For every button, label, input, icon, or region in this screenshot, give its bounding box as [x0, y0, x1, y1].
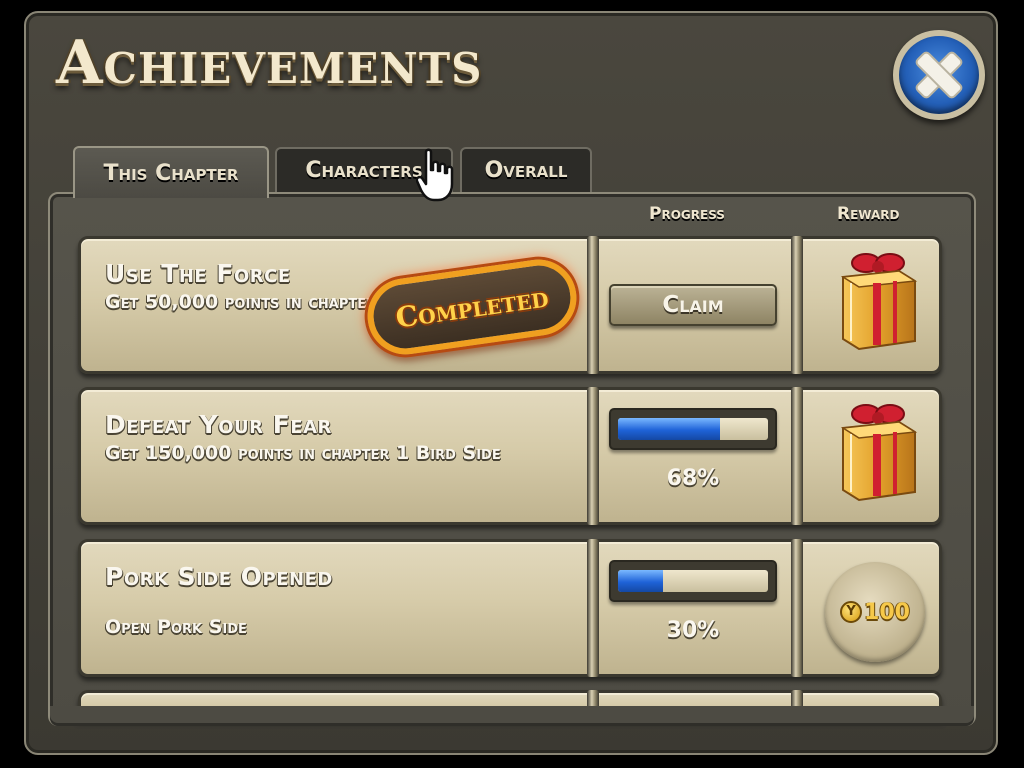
gift-icon	[840, 253, 918, 351]
completed-badge: Completed	[362, 254, 582, 360]
column-header-progress: Progress	[649, 204, 725, 224]
tab-label: Overall	[484, 158, 568, 183]
panel-bottom-edge	[50, 706, 974, 726]
achievement-row: Defeat Your Fear Get 150,000 points in c…	[78, 387, 942, 525]
achievement-description: Open Pork Side	[105, 616, 247, 638]
close-icon	[915, 51, 963, 99]
achievement-title: Pork Side Opened	[105, 562, 333, 591]
page-title: Achievements	[56, 28, 483, 98]
progress-fill	[618, 418, 720, 440]
progress-bar	[609, 560, 777, 602]
gift-icon	[840, 404, 918, 502]
coin-reward: Y 100	[825, 562, 925, 662]
achievement-title: Use The Force	[105, 259, 291, 288]
tab-this-chapter[interactable]: This Chapter	[73, 146, 269, 198]
column-divider	[587, 236, 599, 374]
achievement-row: Pork Side Opened Open Pork Side 30% Y 10…	[78, 539, 942, 677]
tab-label: Characters	[305, 158, 423, 183]
column-divider	[791, 539, 803, 677]
tab-overall[interactable]: Overall	[460, 147, 592, 192]
progress-percent: 30%	[666, 618, 720, 643]
hand-pointer-icon	[416, 148, 454, 202]
tab-label: This Chapter	[103, 160, 239, 186]
column-divider	[791, 387, 803, 525]
achievement-description: Get 150,000 points in chapter 1 Bird Sid…	[105, 442, 501, 464]
coin-reward-value: 100	[864, 599, 910, 625]
progress-bar	[609, 408, 777, 450]
column-divider	[587, 387, 599, 525]
progress-percent: 68%	[666, 466, 720, 491]
column-divider	[791, 236, 803, 374]
claim-button[interactable]: Claim	[609, 284, 777, 326]
column-divider	[587, 539, 599, 677]
coin-icon: Y	[840, 601, 863, 623]
achievement-title: Defeat Your Fear	[105, 410, 332, 439]
close-button[interactable]	[893, 30, 985, 120]
progress-track	[618, 570, 768, 592]
achievement-row: Use The Force Get 50,000 points in chapt…	[78, 236, 942, 374]
column-header-reward: Reward	[837, 204, 900, 224]
progress-track	[618, 418, 768, 440]
progress-fill	[618, 570, 663, 592]
